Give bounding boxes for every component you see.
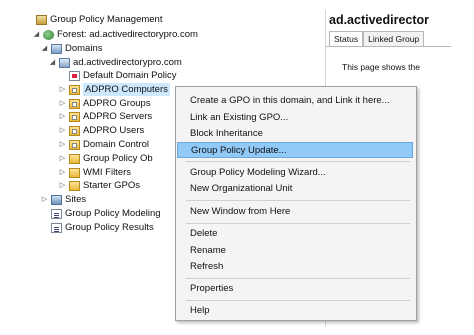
menu-item-new-ou[interactable]: New Organizational Unit [177, 181, 413, 197]
collapsed-arrow-icon[interactable]: ▷ [58, 179, 67, 192]
tree-node-adpro-servers[interactable]: ▷ ADPRO Servers [58, 110, 152, 123]
collapsed-arrow-icon[interactable]: ▷ [58, 97, 67, 110]
collapsed-arrow-icon[interactable]: ▷ [58, 138, 67, 151]
folder-icon [69, 167, 80, 178]
results-icon [51, 222, 62, 233]
tree-node-sites[interactable]: ▷ Sites [40, 193, 86, 206]
folder-icon [69, 180, 80, 191]
group-policy-management-icon [36, 14, 47, 25]
tree-node-label: Group Policy Results [65, 222, 154, 233]
menu-item-link-existing-gpo[interactable]: Link an Existing GPO... [177, 110, 413, 126]
tree-node-label: ADPRO Groups [83, 98, 151, 109]
menu-item-delete[interactable]: Delete [177, 226, 413, 242]
details-title: ad.activedirector [329, 13, 430, 27]
modeling-icon [51, 208, 62, 219]
ou-icon [69, 98, 80, 109]
tree-node-gp-results[interactable]: Group Policy Results [40, 221, 154, 234]
collapsed-arrow-icon[interactable]: ▷ [58, 124, 67, 137]
tree-node-label: Group Policy Management [50, 14, 163, 25]
ou-icon [69, 139, 80, 150]
tree-node-default-domain-policy[interactable]: Default Domain Policy [58, 69, 176, 82]
domain-icon [59, 57, 70, 68]
collapsed-arrow-icon[interactable]: ▷ [58, 110, 67, 123]
tree-node-label: Domain Control [83, 139, 149, 150]
tree-node-adpro-computers[interactable]: ▷ ADPRO Computers [58, 83, 170, 96]
tree-node-forest[interactable]: ◢ Forest: ad.activedirectorypro.com [32, 28, 198, 41]
menu-item-block-inheritance[interactable]: Block Inheritance [177, 126, 413, 142]
expanded-arrow-icon[interactable]: ◢ [48, 56, 57, 69]
tree-node-gp-modeling[interactable]: Group Policy Modeling [40, 207, 161, 220]
sites-icon [51, 194, 62, 205]
folder-icon [69, 153, 80, 164]
tree-node-label: WMI Filters [83, 167, 132, 178]
ou-icon [69, 125, 80, 136]
tree-node-label: ADPRO Computers [83, 83, 170, 96]
collapsed-arrow-icon[interactable]: ▷ [58, 152, 67, 165]
context-menu: Create a GPO in this domain, and Link it… [175, 86, 417, 321]
forest-icon [43, 29, 54, 40]
menu-separator [186, 300, 410, 301]
menu-item-new-window[interactable]: New Window from Here [177, 204, 413, 220]
tree-node-label: ad.activedirectorypro.com [73, 57, 182, 68]
menu-separator [186, 223, 410, 224]
menu-item-group-policy-update[interactable]: Group Policy Update... [177, 142, 413, 158]
menu-item-help[interactable]: Help [177, 303, 413, 319]
tree-node-label: Forest: ad.activedirectorypro.com [57, 29, 198, 40]
collapsed-arrow-icon[interactable]: ▷ [40, 193, 49, 206]
expanded-arrow-icon[interactable]: ◢ [32, 28, 41, 41]
tree-node-label: Group Policy Ob [83, 153, 153, 164]
tree-node-label: ADPRO Servers [83, 111, 153, 122]
menu-separator [186, 200, 410, 201]
tree-node-label: ADPRO Users [83, 125, 145, 136]
gpo-link-icon [69, 70, 80, 81]
menu-separator [186, 278, 410, 279]
tree-node-group-policy-objects[interactable]: ▷ Group Policy Ob [58, 152, 153, 165]
tree-node-starter-gpos[interactable]: ▷ Starter GPOs [58, 179, 140, 192]
menu-item-create-gpo[interactable]: Create a GPO in this domain, and Link it… [177, 93, 413, 109]
tree-node-gpm[interactable]: Group Policy Management [25, 13, 162, 26]
tree-node-adpro-users[interactable]: ▷ ADPRO Users [58, 124, 144, 137]
collapsed-arrow-icon[interactable]: ▷ [58, 166, 67, 179]
collapsed-arrow-icon[interactable]: ▷ [58, 83, 67, 96]
status-description: This page shows the [342, 62, 420, 72]
menu-item-rename[interactable]: Rename [177, 243, 413, 259]
tree-node-label: Default Domain Policy [83, 70, 177, 81]
menu-item-refresh[interactable]: Refresh [177, 259, 413, 275]
tree-node-adpro-groups[interactable]: ▷ ADPRO Groups [58, 97, 151, 110]
tree-node-label: Sites [65, 194, 87, 205]
menu-separator [186, 161, 410, 162]
tree-node-label: Domains [65, 43, 103, 54]
domains-icon [51, 43, 62, 54]
tree-node-domain-controllers[interactable]: ▷ Domain Control [58, 138, 149, 151]
tab-status[interactable]: Status [329, 31, 364, 46]
tree-node-domain[interactable]: ◢ ad.activedirectorypro.com [48, 56, 182, 69]
expanded-arrow-icon[interactable]: ◢ [40, 42, 49, 55]
tree-node-domains[interactable]: ◢ Domains [40, 42, 103, 55]
ou-icon [69, 84, 80, 95]
menu-item-properties[interactable]: Properties [177, 281, 413, 297]
tree-node-label: Group Policy Modeling [65, 208, 161, 219]
tree-node-wmi-filters[interactable]: ▷ WMI Filters [58, 166, 131, 179]
tree-node-label: Starter GPOs [83, 180, 141, 191]
ou-icon [69, 111, 80, 122]
menu-item-modeling-wizard[interactable]: Group Policy Modeling Wizard... [177, 165, 413, 181]
details-tabs: Status Linked Group [329, 31, 425, 46]
tab-divider [326, 46, 451, 47]
tab-linked-group-policy[interactable]: Linked Group [363, 31, 425, 46]
